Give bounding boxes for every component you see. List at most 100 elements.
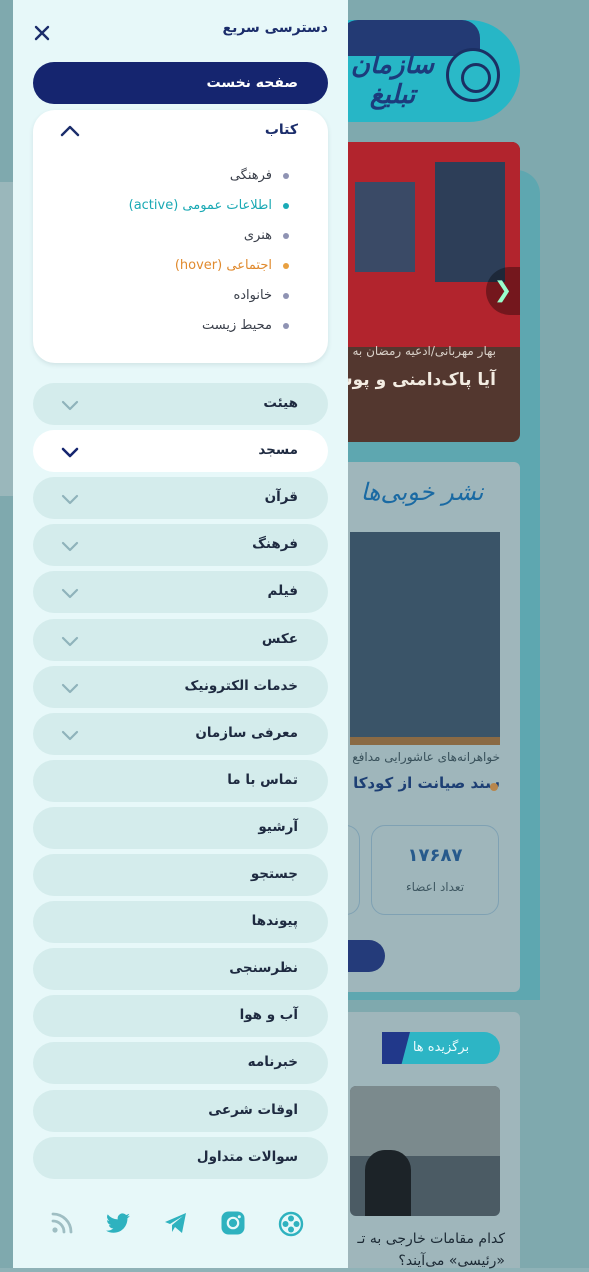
menu-item-label: آب و هوا	[239, 1007, 298, 1023]
stat-value: ۱۷۶۸۷	[407, 845, 463, 866]
featured-news-title[interactable]: کدام مقامات خارجی به تـ «رئیسی» می‌آیند؟	[340, 1228, 505, 1272]
rss-icon	[51, 1212, 73, 1234]
submenu-item[interactable]: محیط زیست	[33, 311, 328, 341]
menu-item-label: تماس با ما	[227, 772, 298, 788]
bullet-dot-icon	[283, 293, 289, 299]
featured-photo-person	[365, 1150, 411, 1216]
menu-item-label: پیوندها	[251, 913, 298, 929]
social-rss[interactable]	[49, 1210, 75, 1236]
news-card-title[interactable]: سند صیانت از کودکان	[352, 774, 500, 792]
chevron-down-icon	[61, 730, 79, 741]
chevron-down-icon	[61, 541, 79, 552]
quick-access-drawer: دسترسی سریع صفحه نخست کتاب فرهنگی اطلاعات…	[13, 0, 348, 1268]
featured-badge: برگزیده ها	[382, 1032, 500, 1064]
menu-item[interactable]: خدمات الکترونیک	[33, 666, 328, 708]
menu-item-label: آرشیو	[258, 819, 298, 835]
news-card-subtitle: خواهرانه‌های عاشورایی مدافع	[352, 750, 500, 764]
menu-item[interactable]: خبرنامه	[33, 1042, 328, 1084]
menu-item[interactable]: عکس	[33, 619, 328, 661]
slider-image-window	[355, 182, 415, 272]
submenu-item-label: هنری	[243, 228, 272, 243]
social-links	[13, 1204, 348, 1244]
close-button[interactable]	[31, 22, 53, 44]
slider-image-window	[435, 162, 505, 282]
chevron-up-icon	[60, 125, 80, 137]
menu-item-label: فیلم	[267, 583, 298, 599]
slider-title[interactable]: آیا پاک‌دامنی و پوشش	[340, 370, 496, 390]
submenu-item-label: محیط زیست	[201, 318, 272, 333]
menu-item-label: اوقات شرعی	[208, 1102, 298, 1118]
chevron-down-icon	[61, 636, 79, 647]
menu-item-label: معرفی سازمان	[195, 725, 298, 741]
bullet-dot-icon	[283, 323, 289, 329]
twitter-icon	[106, 1213, 130, 1233]
menu-item[interactable]: مسجد	[33, 430, 328, 472]
submenu-item[interactable]: اجتماعی (hover)	[33, 251, 328, 281]
social-instagram[interactable]	[220, 1210, 246, 1236]
menu-item-label: جستجو	[250, 866, 298, 882]
drawer-title: دسترسی سریع	[222, 20, 328, 36]
social-telegram[interactable]	[163, 1210, 189, 1236]
menu-item[interactable]: قرآن	[33, 477, 328, 519]
logo-emblem-icon	[446, 48, 500, 102]
chevron-down-icon	[61, 588, 79, 599]
menu-item[interactable]: آب و هوا	[33, 995, 328, 1037]
bullet-dot-icon	[283, 233, 289, 239]
menu-item-label: خدمات الکترونیک	[184, 678, 298, 694]
menu-item-label: خبرنامه	[247, 1054, 298, 1070]
aparat-icon	[278, 1211, 304, 1237]
submenu-item-label: اطلاعات عمومی (active)	[128, 198, 272, 213]
menu-item-book[interactable]: کتاب	[33, 110, 328, 152]
stat-label: تعداد اعضاء	[405, 880, 465, 894]
menu-item[interactable]: اوقات شرعی	[33, 1090, 328, 1132]
hero-slider: ❯ بهار مهربانی/ادعیه رمضان به آیا پاک‌دا…	[340, 142, 520, 442]
featured-badge-label: برگزیده ها	[412, 1040, 470, 1055]
menu-item[interactable]: تماس با ما	[33, 760, 328, 802]
bullet-dot-icon	[283, 173, 289, 179]
social-twitter[interactable]	[105, 1210, 131, 1236]
menu-item[interactable]: فرهنگ	[33, 524, 328, 566]
submenu-book: فرهنگی اطلاعات عمومی (active) هنری اجتماعی …	[33, 161, 328, 341]
submenu-item[interactable]: اطلاعات عمومی (active)	[33, 191, 328, 221]
drawer-header: دسترسی سریع	[13, 0, 348, 62]
slider-subtitle: بهار مهربانی/ادعیه رمضان به	[352, 344, 497, 358]
submenu-item[interactable]: فرهنگی	[33, 161, 328, 191]
social-aparat[interactable]	[278, 1210, 305, 1237]
menu-item-label: عکس	[261, 631, 298, 647]
menu-item[interactable]: معرفی سازمان	[33, 713, 328, 755]
submenu-item-label: فرهنگی	[229, 168, 272, 183]
instagram-icon	[221, 1211, 245, 1235]
chevron-down-icon	[61, 400, 79, 411]
submenu-item[interactable]: هنری	[33, 221, 328, 251]
menu-item[interactable]: نظرسنجی	[33, 948, 328, 990]
chevron-down-icon	[61, 683, 79, 694]
submenu-item[interactable]: خانواده	[33, 281, 328, 311]
menu-item-label: قرآن	[264, 489, 298, 505]
stat-box	[371, 825, 499, 915]
chevron-down-icon	[61, 494, 79, 505]
home-button[interactable]: صفحه نخست	[33, 62, 328, 104]
menu-item-label: سوالات متداول	[196, 1149, 298, 1165]
logo-text: سازمان تبلیغ	[350, 50, 435, 110]
menu-item[interactable]: آرشیو	[33, 807, 328, 849]
menu-item[interactable]: هیئت	[33, 383, 328, 425]
menu-group-book: کتاب فرهنگی اطلاعات عمومی (active) هنری اجت…	[33, 110, 328, 363]
menu-item[interactable]: سوالات متداول	[33, 1137, 328, 1179]
featured-photo-hall	[350, 1086, 500, 1156]
menu-item-label: مسجد	[258, 442, 298, 458]
menu-item-label: نظرسنجی	[229, 960, 298, 976]
bullet-dot	[490, 783, 498, 791]
close-icon	[34, 25, 50, 41]
backdrop-strip	[0, 182, 14, 496]
chevron-down-icon	[61, 447, 79, 458]
submenu-item-label: اجتماعی (hover)	[174, 258, 272, 273]
bullet-dot-icon	[283, 203, 289, 209]
news-card-image[interactable]	[350, 532, 500, 745]
menu-item[interactable]: فیلم	[33, 571, 328, 613]
submenu-item-label: خانواده	[233, 288, 272, 303]
menu-item[interactable]: پیوندها	[33, 901, 328, 943]
menu-item[interactable]: جستجو	[33, 854, 328, 896]
menu-item-label: کتاب	[264, 122, 298, 138]
bullet-dot-icon	[283, 263, 289, 269]
menu-item-label: فرهنگ	[252, 536, 298, 552]
